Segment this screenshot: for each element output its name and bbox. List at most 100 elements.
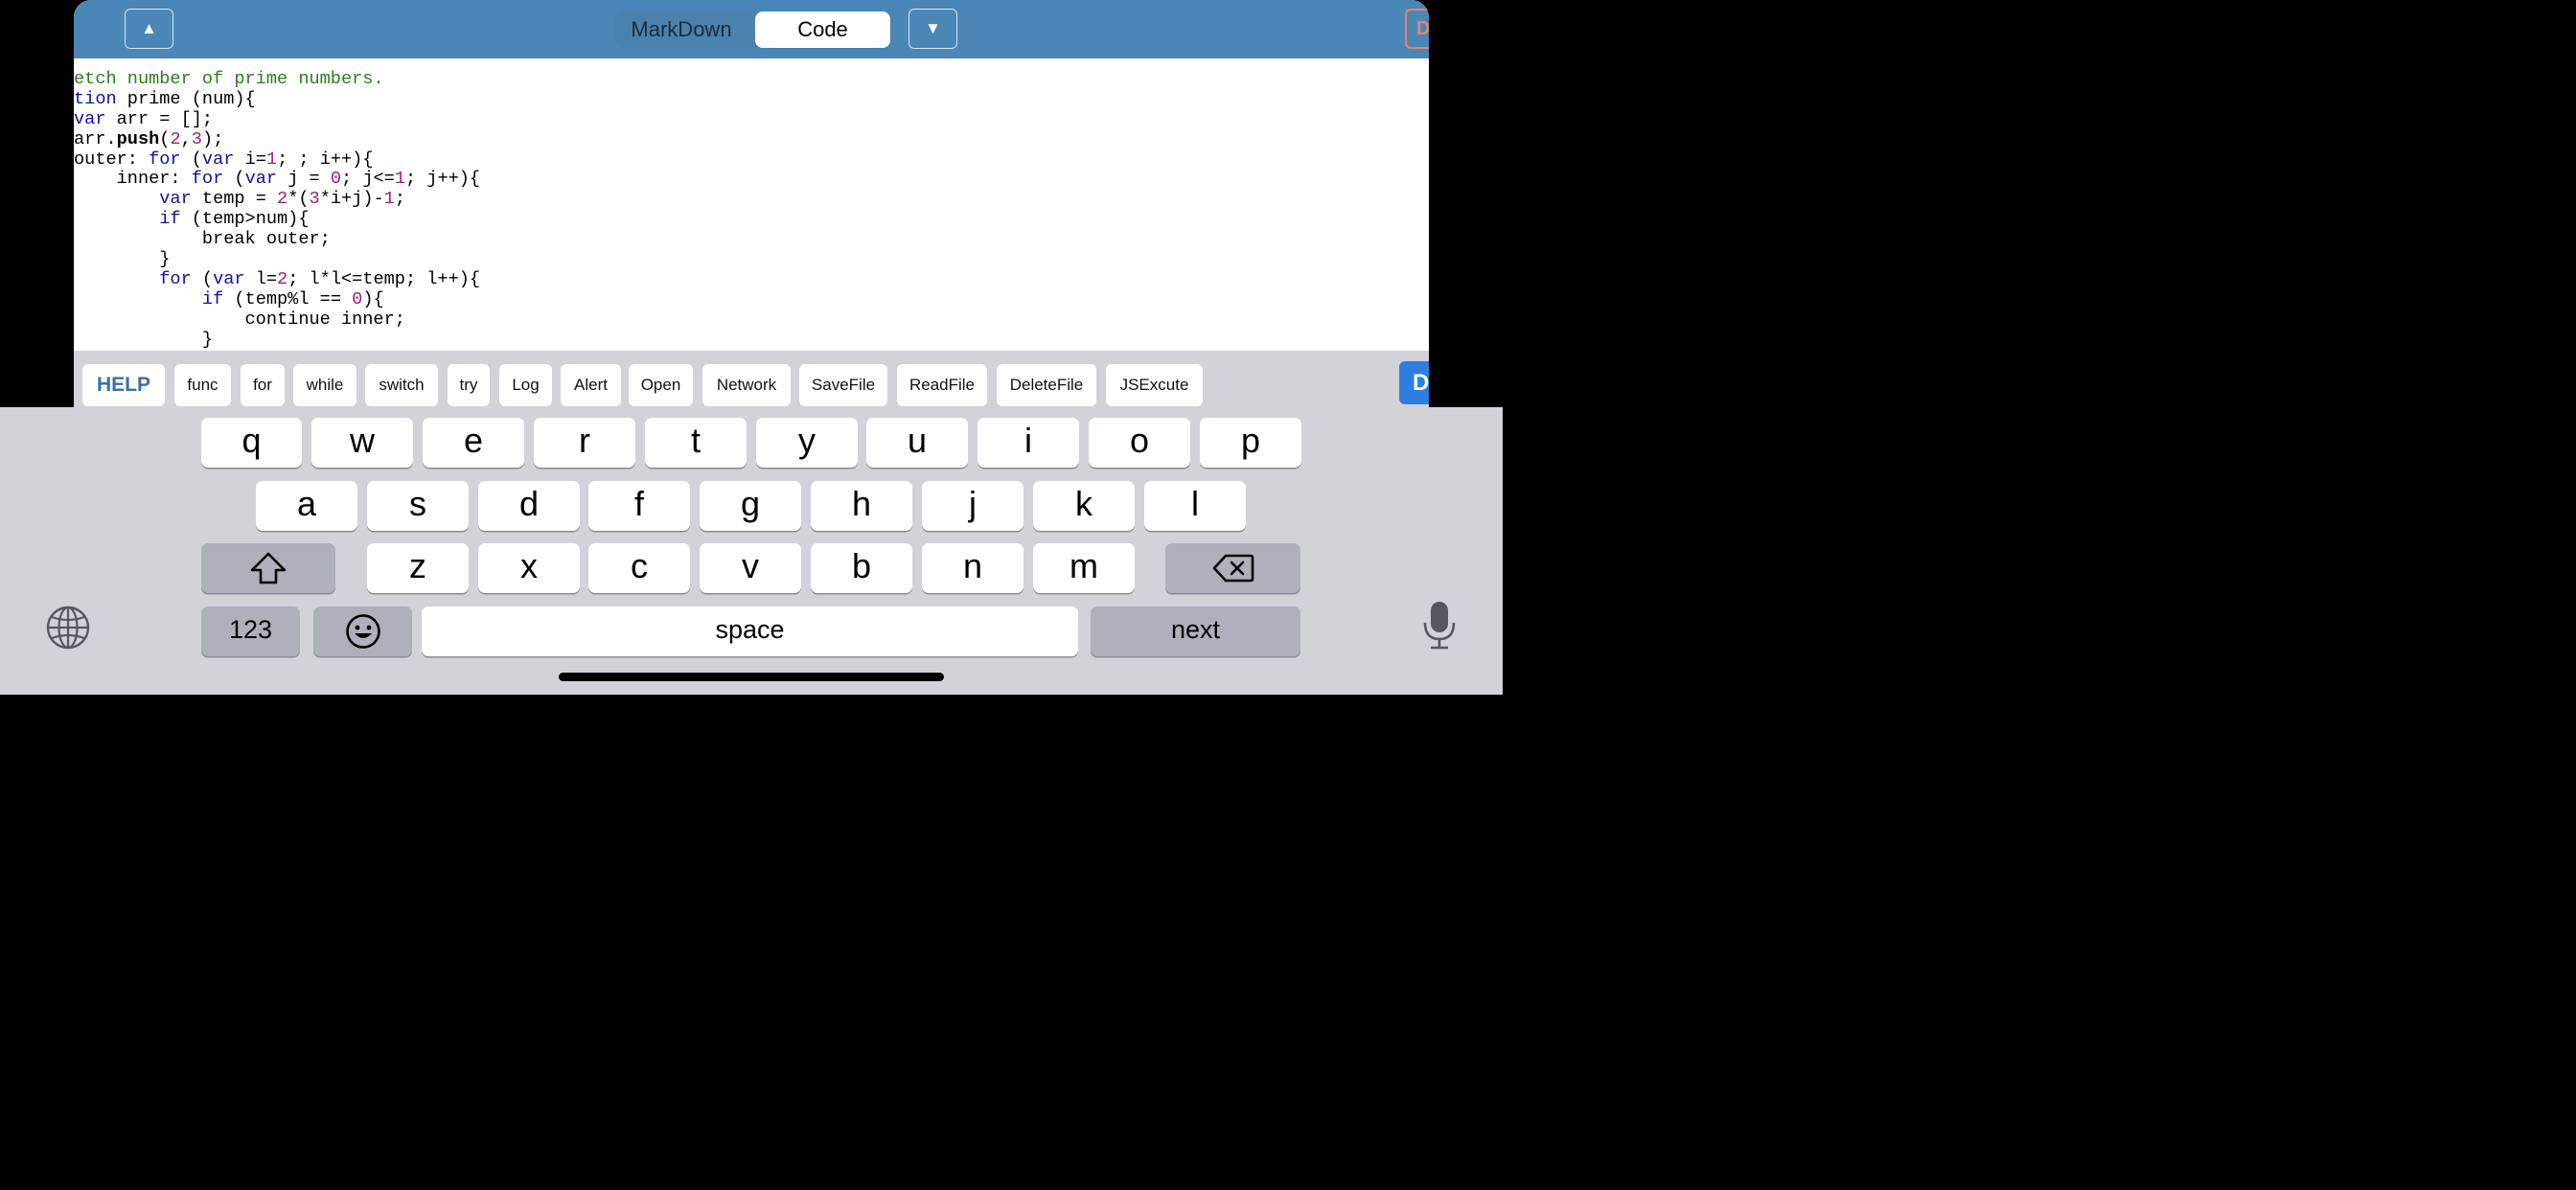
snippet-switch[interactable]: switch [365, 364, 438, 406]
segment-code[interactable]: Code [755, 11, 890, 48]
code-line: tion prime (num){ [74, 88, 1429, 110]
code-token: 2 [277, 189, 288, 210]
key-r[interactable]: r [534, 418, 635, 468]
code-token: outer: [74, 149, 150, 170]
key-c[interactable]: c [588, 543, 690, 593]
corner-button[interactable]: D [1405, 9, 1429, 49]
scroll-up-button[interactable]: ▲ [125, 9, 173, 49]
key-s[interactable]: s [367, 481, 469, 531]
snippet-jsexcute[interactable]: JSExcute [1106, 364, 1203, 406]
shift-key[interactable] [201, 543, 335, 593]
snippet-network[interactable]: Network [702, 364, 791, 406]
snippet-readfile[interactable]: ReadFile [897, 364, 987, 406]
key-n[interactable]: n [922, 543, 1024, 593]
space-key[interactable]: space [422, 606, 1078, 656]
key-a[interactable]: a [256, 481, 357, 531]
code-token: 1 [394, 169, 405, 190]
globe-button[interactable] [45, 605, 91, 651]
code-token: tion [74, 88, 117, 109]
key-t[interactable]: t [645, 418, 747, 468]
snippet-deletefile[interactable]: DeleteFile [997, 364, 1096, 406]
code-editor[interactable]: etch number of prime numbers. tion prime … [74, 70, 1429, 351]
key-f[interactable]: f [588, 481, 690, 531]
snippet-for[interactable]: for [241, 364, 285, 406]
code-token: var [213, 268, 245, 289]
code-line: outer: for (var i=1; ; i++){ [74, 149, 1429, 171]
code-token: *i+j)- [319, 189, 384, 210]
code-token: (temp>num){ [180, 209, 310, 230]
key-z[interactable]: z [367, 543, 469, 593]
done-button[interactable]: D [1399, 361, 1429, 404]
code-token: for [149, 149, 181, 170]
microphone-icon [1423, 602, 1456, 650]
code-token: for [191, 169, 224, 190]
code-line: inner: for (var j = 0; j<=1; j++){ [74, 170, 1429, 190]
snippet-try[interactable]: try [448, 364, 490, 406]
help-button[interactable]: HELP [82, 364, 165, 406]
down-arrow-icon: ▼ [925, 19, 941, 37]
key-y[interactable]: y [756, 418, 858, 468]
code-token: ; ; i++){ [277, 149, 374, 170]
key-j[interactable]: j [922, 481, 1024, 531]
code-token: temp = [191, 189, 278, 210]
code-token: var [74, 108, 106, 129]
key-h[interactable]: h [811, 481, 912, 531]
code-token: for [159, 268, 192, 289]
scroll-down-button[interactable]: ▼ [908, 9, 957, 49]
key-u[interactable]: u [866, 418, 968, 468]
code-token: etch number of prime numbers. [74, 70, 384, 89]
key-b[interactable]: b [811, 543, 912, 593]
code-token: ( [191, 268, 214, 289]
code-token: } [74, 249, 171, 270]
snippet-alert[interactable]: Alert [561, 364, 621, 406]
snippet-bar: HELP func for while switch try Log Alert… [74, 351, 1429, 407]
snippet-while[interactable]: while [293, 364, 356, 406]
key-d[interactable]: d [478, 481, 580, 531]
code-token: inner: [74, 169, 192, 190]
code-token: ( [159, 128, 171, 149]
next-key[interactable]: next [1091, 606, 1300, 656]
code-token: 0 [330, 169, 342, 190]
key-p[interactable]: p [1200, 418, 1301, 468]
code-line: var arr = []; [74, 108, 1429, 130]
key-m[interactable]: m [1033, 543, 1135, 593]
key-k[interactable]: k [1033, 481, 1135, 531]
top-toolbar: ▲ MarkDown Code ▼ D [74, 0, 1429, 58]
code-line: } [74, 330, 1429, 351]
segment-markdown[interactable]: MarkDown [615, 11, 748, 48]
key-i[interactable]: i [978, 418, 1079, 468]
key-e[interactable]: e [423, 418, 524, 468]
numbers-key[interactable]: 123 [201, 606, 300, 656]
snippet-log[interactable]: Log [499, 364, 552, 406]
emoji-key[interactable] [313, 606, 412, 656]
key-x[interactable]: x [478, 543, 580, 593]
key-o[interactable]: o [1089, 418, 1190, 468]
snippet-open[interactable]: Open [629, 364, 693, 406]
key-g[interactable]: g [700, 481, 801, 531]
code-token: break outer; [74, 229, 331, 250]
dictation-button[interactable] [1420, 599, 1459, 652]
code-line: if (temp>num){ [74, 209, 1429, 230]
code-token: ( [180, 149, 202, 170]
code-token: 2 [277, 268, 288, 289]
key-l[interactable]: l [1144, 481, 1246, 531]
key-q[interactable]: q [201, 418, 302, 468]
code-token: var [244, 169, 278, 190]
key-w[interactable]: w [311, 418, 413, 468]
emoji-icon [345, 614, 380, 649]
backspace-key[interactable] [1165, 543, 1300, 593]
shift-icon [250, 552, 287, 584]
code-line: if (temp%l == 0){ [74, 288, 1429, 310]
code-token: i= [234, 149, 266, 170]
snippet-savefile[interactable]: SaveFile [799, 364, 887, 406]
code-token: ; [394, 189, 405, 210]
code-token: if [201, 288, 224, 309]
key-v[interactable]: v [700, 543, 801, 593]
code-token: 1 [265, 149, 278, 170]
snippet-func[interactable]: func [174, 364, 231, 406]
code-token: ){ [362, 288, 384, 309]
